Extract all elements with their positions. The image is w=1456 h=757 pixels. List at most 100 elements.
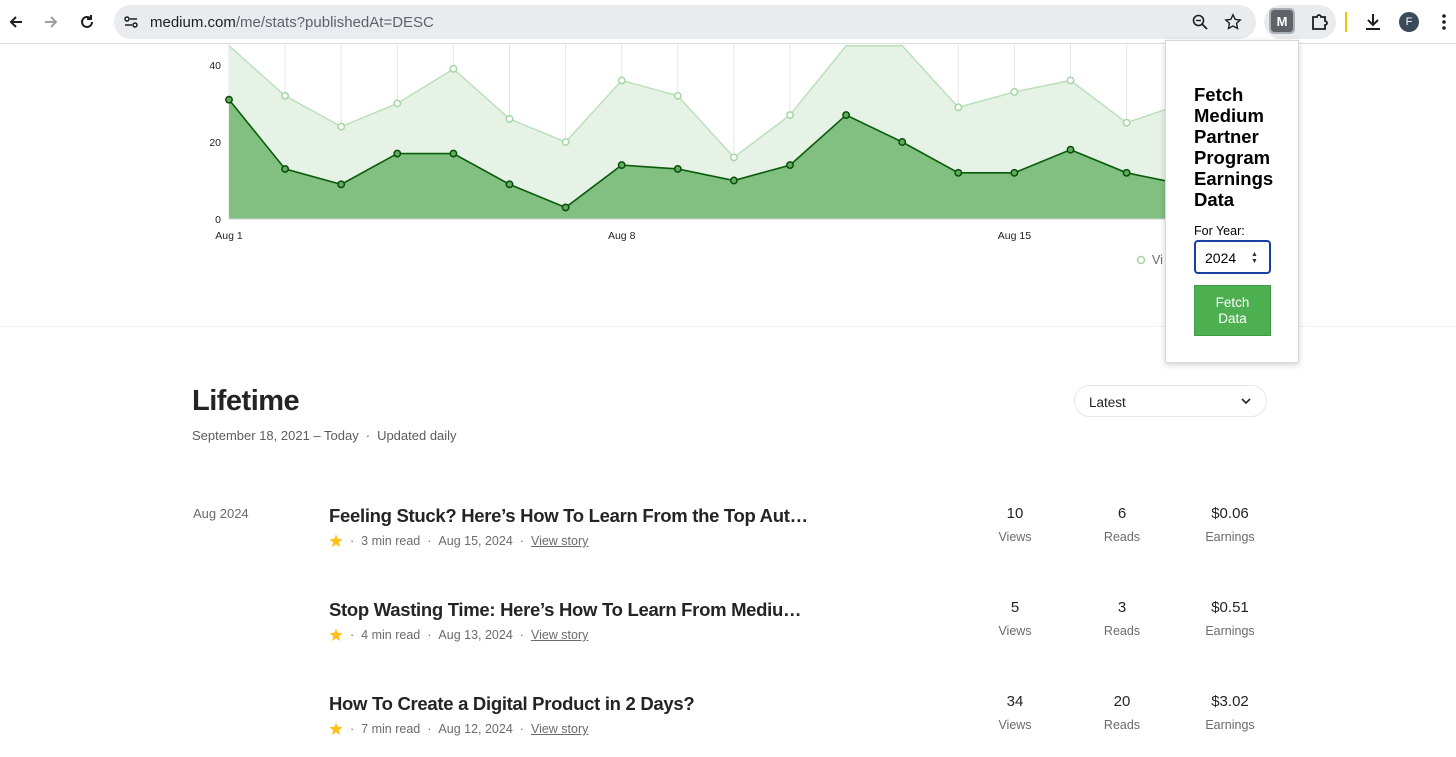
legend-label: Vi bbox=[1152, 253, 1163, 267]
data-point bbox=[1010, 168, 1019, 177]
data-point bbox=[954, 103, 963, 112]
forward-button[interactable] bbox=[37, 8, 65, 36]
views-label: Views bbox=[998, 530, 1032, 544]
year-value: 2024 bbox=[1205, 250, 1237, 266]
updated-note: Updated daily bbox=[377, 428, 457, 443]
reads-label: Reads bbox=[1103, 718, 1141, 732]
y-tick-label: 40 bbox=[209, 60, 221, 72]
view-story-link[interactable]: View story bbox=[531, 722, 588, 736]
meta-separator: · bbox=[350, 628, 355, 642]
meta-separator: · bbox=[519, 722, 524, 736]
data-point bbox=[281, 91, 290, 100]
views-value: 5 bbox=[1010, 599, 1020, 616]
y-tick-label: 0 bbox=[215, 214, 221, 226]
meta-separator: · bbox=[519, 628, 524, 642]
earnings-stat: $3.02 Earnings bbox=[1185, 693, 1275, 732]
reads-value: 3 bbox=[1117, 599, 1127, 616]
site-settings-icon[interactable] bbox=[123, 14, 139, 30]
data-point bbox=[561, 203, 570, 212]
story-meta: · 3 min read · Aug 15, 2024 · View story bbox=[329, 534, 588, 548]
x-tick-label: Aug 15 bbox=[998, 230, 1031, 242]
earnings-label: Earnings bbox=[1205, 624, 1255, 638]
story-title[interactable]: Stop Wasting Time: Here’s How To Learn F… bbox=[329, 599, 802, 621]
data-point bbox=[281, 165, 290, 173]
profile-avatar[interactable]: F bbox=[1399, 12, 1419, 32]
data-point bbox=[786, 161, 794, 170]
meta-separator: · bbox=[427, 534, 432, 548]
data-point bbox=[505, 114, 514, 123]
reads-stat: 3 Reads bbox=[1077, 599, 1167, 638]
meta-separator: · bbox=[519, 534, 524, 548]
story-row: How To Create a Digital Product in 2 Day… bbox=[329, 693, 1269, 753]
download-icon[interactable] bbox=[1363, 12, 1383, 32]
y-tick-label: 20 bbox=[209, 137, 221, 149]
read-time: 4 min read bbox=[361, 628, 421, 642]
views-value: 10 bbox=[1006, 505, 1024, 522]
data-point bbox=[729, 176, 738, 185]
member-only-star-icon bbox=[329, 628, 343, 641]
story-title[interactable]: How To Create a Digital Product in 2 Day… bbox=[329, 693, 695, 715]
toolbar-separator bbox=[1345, 12, 1347, 32]
x-tick-label: Aug 1 bbox=[215, 230, 243, 242]
lifetime-heading: Lifetime bbox=[192, 385, 300, 417]
data-point bbox=[898, 138, 907, 146]
reload-button[interactable] bbox=[73, 8, 101, 36]
data-point bbox=[505, 180, 514, 189]
year-input[interactable]: 2024 ▲ ▼ bbox=[1194, 240, 1271, 274]
popup-title: Fetch Medium Partner Program Earnings Da… bbox=[1194, 84, 1274, 210]
url-text: medium.com/me/stats?publishedAt=DESC bbox=[150, 14, 434, 31]
views-stat: 34 Views bbox=[970, 693, 1060, 732]
reload-icon bbox=[81, 15, 93, 28]
earnings-label: Earnings bbox=[1205, 530, 1255, 544]
meta-separator: · bbox=[350, 534, 355, 548]
lifetime-subtitle: September 18, 2021 – Today · Updated daily bbox=[192, 428, 457, 443]
meta-separator: · bbox=[427, 722, 432, 736]
story-meta: · 4 min read · Aug 13, 2024 · View story bbox=[329, 628, 588, 642]
address-bar[interactable]: medium.com/me/stats?publishedAt=DESC bbox=[114, 5, 1256, 39]
data-point bbox=[337, 180, 346, 189]
earnings-label: Earnings bbox=[1205, 718, 1255, 732]
data-point bbox=[1066, 76, 1075, 85]
data-point bbox=[954, 168, 963, 177]
browser-toolbar: medium.com/me/stats?publishedAt=DESC M F bbox=[0, 0, 1456, 44]
story-title[interactable]: Feeling Stuck? Here’s How To Learn From … bbox=[329, 505, 808, 527]
earnings-value: $0.51 bbox=[1211, 599, 1249, 616]
year-stepper-icon[interactable]: ▲ ▼ bbox=[1251, 251, 1259, 265]
data-point bbox=[842, 111, 851, 120]
view-story-link[interactable]: View story bbox=[531, 628, 588, 642]
data-point bbox=[337, 122, 346, 131]
read-time: 3 min read bbox=[361, 534, 421, 548]
legend-marker bbox=[1136, 255, 1146, 265]
sort-dropdown[interactable]: Latest bbox=[1074, 385, 1267, 417]
reads-label: Reads bbox=[1103, 624, 1141, 638]
fetch-data-button[interactable]: Fetch Data bbox=[1194, 285, 1271, 336]
reads-label: Reads bbox=[1103, 530, 1141, 544]
url-host: medium.com bbox=[150, 14, 236, 31]
data-point bbox=[225, 95, 233, 104]
data-point bbox=[617, 161, 626, 170]
menu-kebab-icon[interactable] bbox=[1440, 12, 1448, 32]
data-point bbox=[617, 76, 626, 85]
medium-extension-icon[interactable]: M bbox=[1269, 8, 1295, 34]
story-row: Stop Wasting Time: Here’s How To Learn F… bbox=[329, 599, 1269, 659]
zoom-icon[interactable] bbox=[1191, 13, 1209, 31]
sort-value: Latest bbox=[1089, 395, 1126, 410]
x-tick-label: Aug 8 bbox=[608, 230, 636, 242]
member-only-star-icon bbox=[329, 534, 343, 547]
extension-popup: Fetch Medium Partner Program Earnings Da… bbox=[1165, 40, 1299, 363]
view-story-link[interactable]: View story bbox=[531, 534, 588, 548]
views-stat: 10 Views bbox=[970, 505, 1060, 544]
forward-arrow-icon bbox=[45, 16, 58, 28]
data-point bbox=[393, 99, 402, 108]
bookmark-star-icon[interactable] bbox=[1224, 13, 1242, 31]
views-label: Views bbox=[998, 718, 1032, 732]
back-button[interactable] bbox=[2, 8, 30, 36]
data-point bbox=[1010, 88, 1019, 96]
read-time: 7 min read bbox=[361, 722, 421, 736]
reads-value: 6 bbox=[1117, 505, 1127, 522]
data-point bbox=[393, 149, 402, 158]
earnings-value: $0.06 bbox=[1211, 505, 1249, 522]
extensions-puzzle-icon[interactable] bbox=[1309, 11, 1331, 33]
reads-value: 20 bbox=[1113, 693, 1131, 710]
plot-area bbox=[225, 45, 1165, 219]
